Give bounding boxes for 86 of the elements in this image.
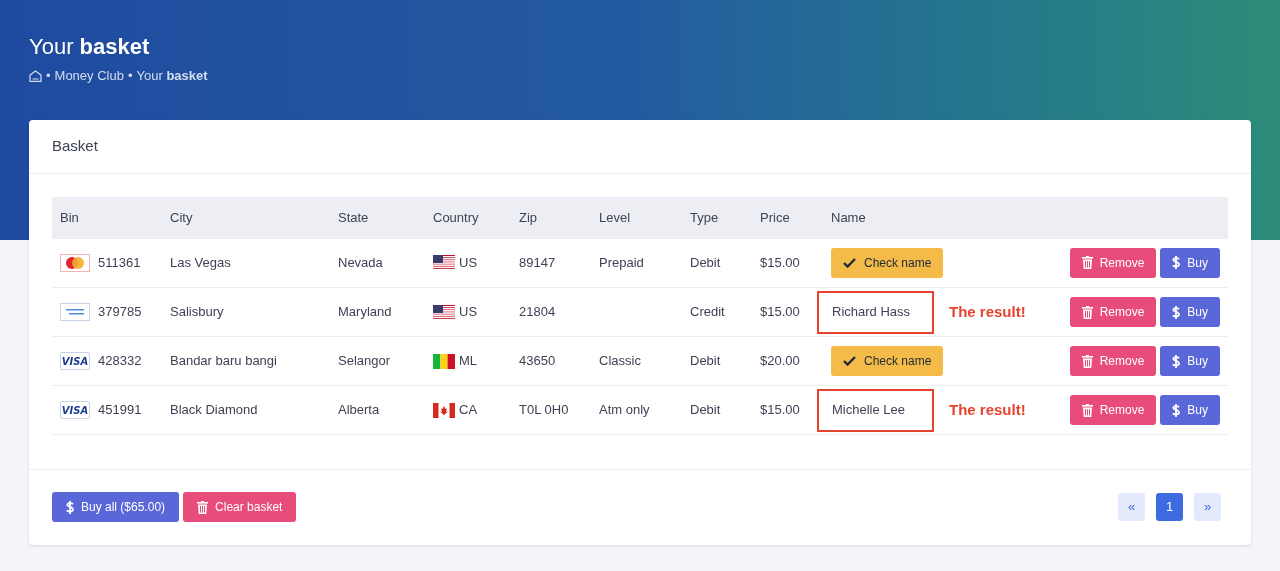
table-cell: Debit [690, 402, 721, 418]
home-icon [29, 69, 42, 82]
name-result-box: Richard Hass [817, 290, 934, 334]
table-cell: $15.00 [760, 304, 800, 320]
check-name-button[interactable]: Check name [831, 346, 944, 376]
remove-button[interactable]: Remove [1069, 395, 1157, 425]
remove-button[interactable]: Remove [1069, 297, 1157, 327]
table-cell: $20.00 [760, 353, 800, 369]
table-cell: Selangor [338, 353, 391, 369]
flag-icon [433, 255, 455, 271]
dollar-icon [1172, 256, 1181, 270]
dollar-icon [66, 500, 74, 514]
trash-icon [1081, 403, 1093, 417]
buy-button[interactable]: Buy [1160, 247, 1220, 278]
flag-icon [433, 304, 455, 320]
column-header: Level [599, 209, 631, 225]
buy-button[interactable]: Buy [1160, 297, 1220, 327]
result-annotation: The result! [949, 399, 1026, 420]
check-icon [843, 356, 856, 366]
table-cell: 43650 [519, 353, 556, 369]
buy-all-button[interactable]: Buy all ($65.00) [52, 492, 180, 522]
column-header: Type [690, 209, 719, 225]
table-cell: T0L 0H0 [519, 402, 569, 418]
table-cell: Atm only [599, 402, 650, 418]
table-cell: Salisbury [170, 304, 224, 320]
table-cell-text: 428332 [98, 352, 142, 371]
card-logo: VISA [60, 401, 90, 419]
column-header: Price [760, 209, 790, 225]
table-cell: 89147 [519, 255, 556, 270]
card-title: Basket [52, 135, 98, 156]
table-cell: Prepaid [599, 255, 644, 270]
column-header: State [338, 209, 369, 225]
table-cell: Classic [599, 353, 641, 369]
table-cell: Credit [690, 304, 725, 320]
column-header: Bin [60, 209, 79, 225]
page-button[interactable]: » [1194, 493, 1221, 521]
trash-icon [197, 500, 209, 514]
trash-icon [1081, 305, 1093, 319]
card-logo-icon [60, 303, 90, 321]
check-name-button[interactable]: Check name [831, 247, 944, 278]
table-cell: Alberta [338, 402, 380, 418]
column-header: Name [831, 209, 866, 225]
table-cell-text: US [459, 254, 478, 272]
table-cell: $15.00 [760, 255, 800, 270]
card-logo-icon [60, 253, 90, 272]
table-cell: Maryland [338, 304, 392, 320]
table-cell: Bandar baru bangi [170, 353, 277, 369]
table-cell-text: CA [459, 401, 478, 420]
table-cell-text: 379785 [98, 303, 142, 322]
page-title: Your basket [29, 33, 150, 61]
column-header: Zip [519, 209, 538, 225]
breadcrumb-separator: • [46, 67, 51, 85]
dollar-icon [1172, 305, 1181, 319]
page-button[interactable]: 1 [1156, 493, 1183, 521]
trash-icon [1081, 256, 1093, 270]
table-cell: Debit [690, 255, 721, 270]
remove-button[interactable]: Remove [1069, 346, 1157, 376]
dollar-icon [1172, 354, 1181, 368]
breadcrumb-separator: • [127, 67, 133, 85]
table-cell: $15.00 [760, 402, 800, 418]
card-logo: VISA [60, 352, 90, 370]
table-cell-text: 451991 [98, 401, 142, 420]
name-result-box: Michelle Lee [817, 388, 934, 432]
breadcrumb-link[interactable]: Your basket [136, 66, 208, 86]
table-cell-text: ML [459, 352, 478, 371]
flag-icon [433, 353, 455, 369]
table-cell: Nevada [338, 255, 383, 270]
dollar-icon [1172, 403, 1181, 417]
remove-button[interactable]: Remove [1069, 247, 1157, 278]
result-annotation: The result! [949, 301, 1026, 322]
table-cell: 21804 [519, 304, 556, 320]
breadcrumb-link[interactable]: Money Club [54, 66, 124, 86]
table-cell-text: 511361 [98, 254, 141, 272]
table-cell-text: US [459, 303, 478, 322]
column-header: City [170, 209, 193, 225]
table-cell: Debit [690, 353, 721, 369]
page-button[interactable]: « [1118, 493, 1145, 521]
clear-basket-button[interactable]: Clear basket [183, 492, 297, 522]
table-cell: Las Vegas [170, 255, 231, 270]
flag-icon [433, 402, 455, 418]
table-cell: Black Diamond [170, 402, 258, 418]
trash-icon [1081, 354, 1093, 368]
buy-button[interactable]: Buy [1160, 395, 1220, 425]
check-icon [843, 257, 856, 268]
buy-button[interactable]: Buy [1160, 346, 1220, 376]
column-header: Country [433, 209, 479, 225]
